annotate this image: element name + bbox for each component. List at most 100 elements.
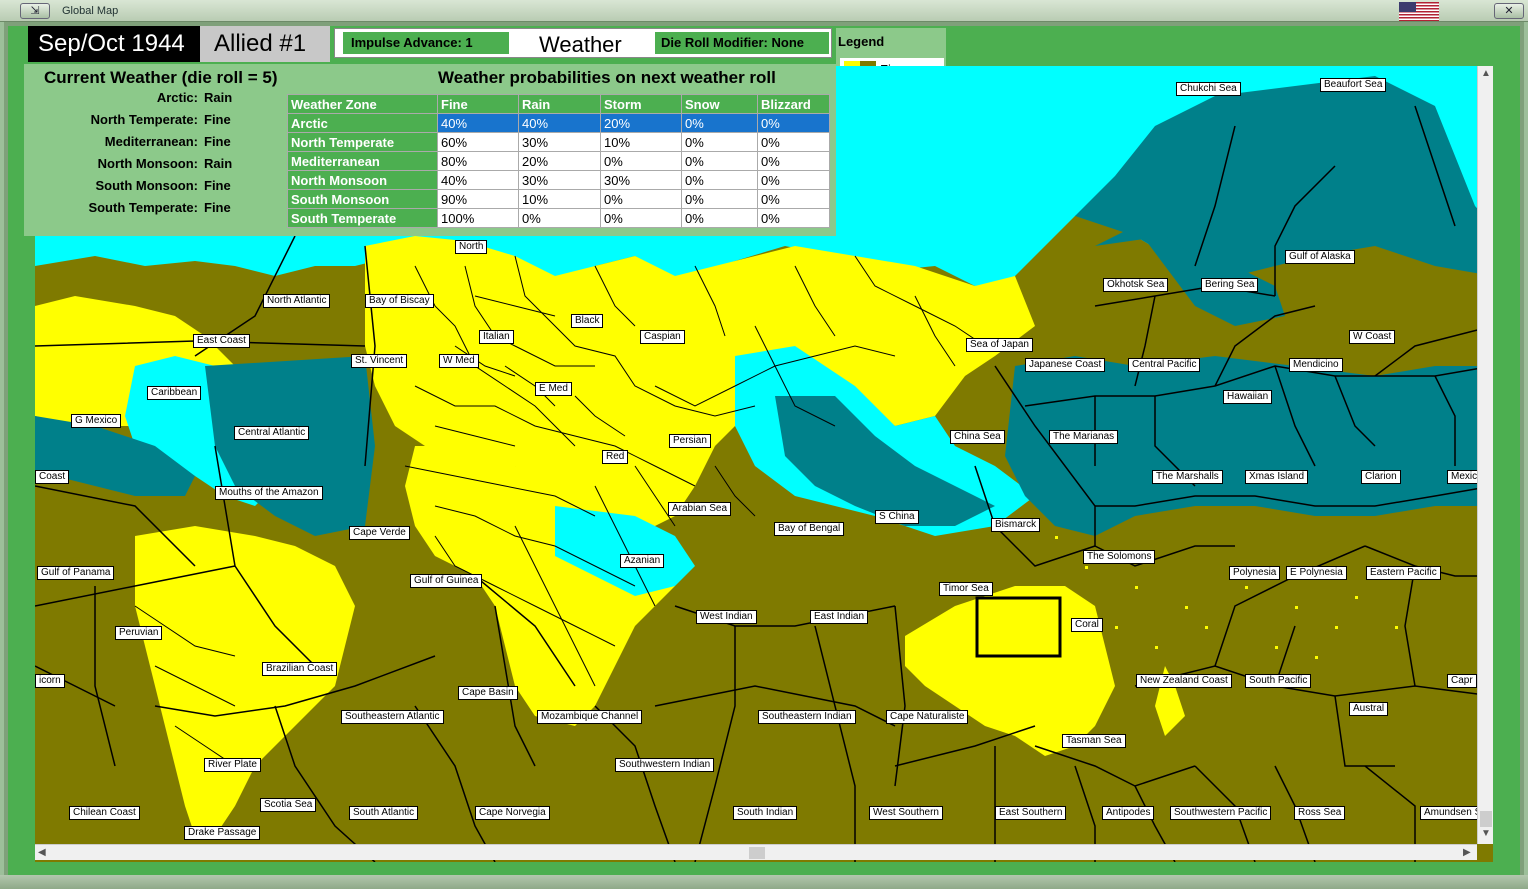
sea-zone-label[interactable]: Central Pacific: [1128, 358, 1201, 372]
table-row[interactable]: North Temperate 60% 30% 10% 0% 0%: [287, 132, 830, 152]
sea-zone-label[interactable]: West Indian: [696, 610, 757, 624]
sea-zone-label[interactable]: North Atlantic: [263, 294, 331, 308]
sea-zone-label[interactable]: Central Atlantic: [234, 426, 310, 440]
table-row[interactable]: North Monsoon 40% 30% 30% 0% 0%: [287, 170, 830, 190]
sea-zone-label[interactable]: Southeastern Indian: [758, 710, 856, 724]
table-row[interactable]: Mediterranean 80% 20% 0% 0% 0%: [287, 151, 830, 171]
sea-zone-label[interactable]: W Med: [439, 354, 479, 368]
close-button[interactable]: ✕: [1494, 3, 1524, 19]
sea-zone-label[interactable]: South Atlantic: [349, 806, 419, 820]
sea-zone-label[interactable]: East Southern: [995, 806, 1067, 820]
sea-zone-label[interactable]: Peruvian: [115, 626, 163, 640]
sea-zone-label[interactable]: Clarion: [1361, 470, 1401, 484]
sea-zone-label[interactable]: Scotia Sea: [260, 798, 317, 812]
sea-zone-label[interactable]: Southwestern Indian: [615, 758, 715, 772]
sea-zone-label[interactable]: St. Vincent: [351, 354, 408, 368]
sea-zone-label[interactable]: Arabian Sea: [668, 502, 732, 516]
sea-zone-label[interactable]: Black: [571, 314, 604, 328]
sea-zone-label[interactable]: Beaufort Sea: [1320, 78, 1387, 92]
current-weather-zone: Arctic:: [156, 90, 198, 105]
sea-zone-label[interactable]: Coral: [1071, 618, 1103, 632]
sea-zone-label[interactable]: North: [455, 240, 488, 254]
sea-zone-label[interactable]: Tasman Sea: [1062, 734, 1126, 748]
sea-zone-label[interactable]: Gulf of Alaska: [1285, 250, 1355, 264]
sea-zone-label[interactable]: Drake Passage: [184, 826, 261, 840]
sea-zone-label[interactable]: E Med: [535, 382, 572, 396]
sea-zone-label[interactable]: Southeastern Atlantic: [341, 710, 444, 724]
horizontal-scrollbar[interactable]: ◀ ▶: [35, 844, 1477, 860]
sea-zone-label[interactable]: Bismarck: [991, 518, 1041, 532]
sea-zone-label[interactable]: New Zealand Coast: [1136, 674, 1232, 688]
sea-zone-label[interactable]: icorn: [35, 674, 65, 688]
sea-zone-label[interactable]: Timor Sea: [939, 582, 993, 596]
sea-zone-label[interactable]: Mozambique Channel: [537, 710, 643, 724]
sea-zone-label[interactable]: East Coast: [193, 334, 250, 348]
sea-zone-label[interactable]: Austral: [1349, 702, 1389, 716]
sea-zone-label[interactable]: W Coast: [1349, 330, 1396, 344]
sea-zone-label[interactable]: E Polynesia: [1286, 566, 1347, 580]
sea-zone-label[interactable]: Capr: [1447, 674, 1477, 688]
sea-zone-label[interactable]: South Pacific: [1245, 674, 1312, 688]
sea-zone-label[interactable]: Xmas Island: [1245, 470, 1309, 484]
sea-zone-label[interactable]: Gulf of Panama: [37, 566, 115, 580]
vertical-scroll-thumb[interactable]: [1480, 811, 1492, 827]
sea-zone-label[interactable]: Bering Sea: [1201, 278, 1259, 292]
sea-zone-label[interactable]: Caspian: [640, 330, 685, 344]
sea-zone-label[interactable]: River Plate: [204, 758, 261, 772]
window-title: Global Map: [62, 5, 119, 17]
vertical-scrollbar[interactable]: ▲ ▼: [1477, 66, 1493, 844]
probability-cell: 0%: [757, 170, 830, 190]
sea-zone-label[interactable]: Caribbean: [147, 386, 202, 400]
system-menu-button[interactable]: ⇲: [20, 3, 50, 19]
sea-zone-label[interactable]: Bay of Bengal: [774, 522, 845, 536]
scroll-right-icon[interactable]: ▶: [1463, 847, 1471, 858]
sea-zone-label[interactable]: Red: [602, 450, 629, 464]
sea-zone-label[interactable]: Gulf of Guinea: [410, 574, 483, 588]
sea-zone-label[interactable]: S China: [875, 510, 919, 524]
sea-zone-label[interactable]: Eastern Pacific: [1366, 566, 1441, 580]
sea-zone-label[interactable]: Southwestern Pacific: [1170, 806, 1272, 820]
sea-zone-label[interactable]: Cape Naturaliste: [886, 710, 969, 724]
sea-zone-label[interactable]: Sea of Japan: [966, 338, 1033, 352]
sea-zone-label[interactable]: Chukchi Sea: [1176, 82, 1241, 96]
sea-zone-label[interactable]: Brazilian Coast: [262, 662, 338, 676]
sea-zone-label[interactable]: Cape Basin: [458, 686, 518, 700]
table-header-row: Weather Zone Fine Rain Storm Snow Blizzard: [287, 94, 830, 114]
scroll-up-icon[interactable]: ▲: [1481, 68, 1491, 79]
sea-zone-label[interactable]: South Indian: [733, 806, 798, 820]
sea-zone-label[interactable]: Mouths of the Amazon: [215, 486, 323, 500]
sea-zone-label[interactable]: Azanian: [620, 554, 665, 568]
table-row[interactable]: South Temperate 100% 0% 0% 0% 0%: [287, 208, 830, 228]
sea-zone-label[interactable]: The Marshalls: [1152, 470, 1223, 484]
sea-zone-label[interactable]: East Indian: [810, 610, 869, 624]
sea-zone-label[interactable]: Coast: [35, 470, 70, 484]
die-roll-modifier: Die Roll Modifier: None: [655, 32, 829, 54]
probabilities-table: Weather Zone Fine Rain Storm Snow Blizzard Ar…: [287, 94, 830, 228]
sea-zone-label[interactable]: Ross Sea: [1294, 806, 1346, 820]
table-row[interactable]: South Monsoon 90% 10% 0% 0% 0%: [287, 189, 830, 209]
scroll-left-icon[interactable]: ◀: [38, 847, 46, 858]
sea-zone-label[interactable]: Hawaiian: [1223, 390, 1273, 404]
probability-cell: 0%: [518, 208, 601, 228]
sea-zone-label[interactable]: China Sea: [950, 430, 1005, 444]
sea-zone-label[interactable]: Cape Norvegia: [475, 806, 550, 820]
sea-zone-label[interactable]: The Marianas: [1049, 430, 1119, 444]
sea-zone-label[interactable]: Japanese Coast: [1025, 358, 1106, 372]
table-row[interactable]: Arctic 40% 40% 20% 0% 0%: [287, 113, 830, 133]
sea-zone-label[interactable]: The Solomons: [1083, 550, 1156, 564]
sea-zone-label[interactable]: Mendicino: [1289, 358, 1343, 372]
sea-zone-label[interactable]: Polynesia: [1229, 566, 1281, 580]
sea-zone-label[interactable]: Bay of Biscay: [365, 294, 434, 308]
sea-zone-label[interactable]: G Mexico: [71, 414, 122, 428]
sea-zone-label[interactable]: Cape Verde: [349, 526, 410, 540]
scroll-down-icon[interactable]: ▼: [1481, 828, 1491, 839]
sea-zone-label[interactable]: Italian: [479, 330, 514, 344]
sea-zone-label[interactable]: Persian: [669, 434, 711, 448]
sea-zone-label[interactable]: Antipodes: [1102, 806, 1155, 820]
probability-cell: 40%: [437, 113, 519, 133]
sea-zone-label[interactable]: Chilean Coast: [69, 806, 140, 820]
sea-zone-label[interactable]: West Southern: [869, 806, 943, 820]
horizontal-scroll-thumb[interactable]: [749, 847, 765, 859]
sea-zone-label[interactable]: Okhotsk Sea: [1103, 278, 1169, 292]
probability-cell: 0%: [600, 151, 682, 171]
